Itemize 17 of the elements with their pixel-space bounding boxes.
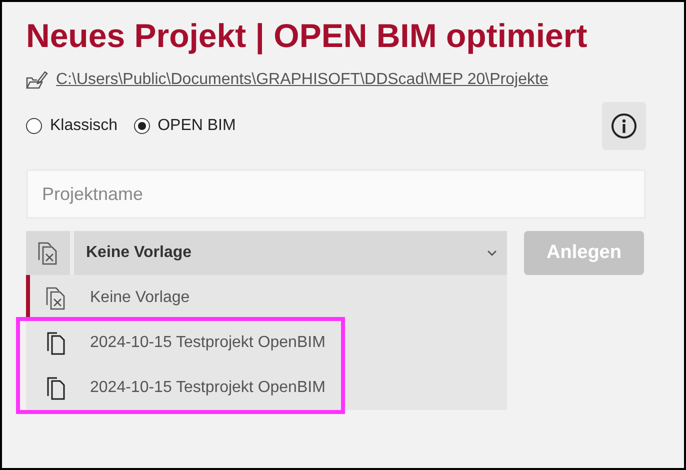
project-name-field[interactable]: Projektname xyxy=(26,169,646,219)
template-option[interactable]: 2024-10-15 Testprojekt OpenBIM xyxy=(26,365,507,410)
edit-folder-icon xyxy=(26,70,48,90)
radio-circle[interactable] xyxy=(134,118,150,134)
radio-label: OPEN BIM xyxy=(158,117,236,135)
mode-radio[interactable]: Klassisch xyxy=(26,117,118,135)
info-icon xyxy=(611,113,637,139)
info-button[interactable] xyxy=(602,102,646,150)
radio-circle[interactable] xyxy=(26,118,42,134)
template-dropdown[interactable]: Keine Vorlage xyxy=(26,231,507,275)
chevron-down-icon xyxy=(487,250,497,256)
mode-radio[interactable]: OPEN BIM xyxy=(134,117,236,135)
template-option[interactable]: 2024-10-15 Testprojekt OpenBIM xyxy=(26,320,507,365)
project-path-link[interactable]: C:\Users\Public\Documents\GRAPHISOFT\DDScad\MEP 20\Projekte xyxy=(56,71,548,89)
radio-label: Klassisch xyxy=(50,117,118,135)
dialog-title: Neues Projekt | OPEN BIM optimiert xyxy=(26,16,588,56)
template-option[interactable]: Keine Vorlage xyxy=(26,275,507,320)
